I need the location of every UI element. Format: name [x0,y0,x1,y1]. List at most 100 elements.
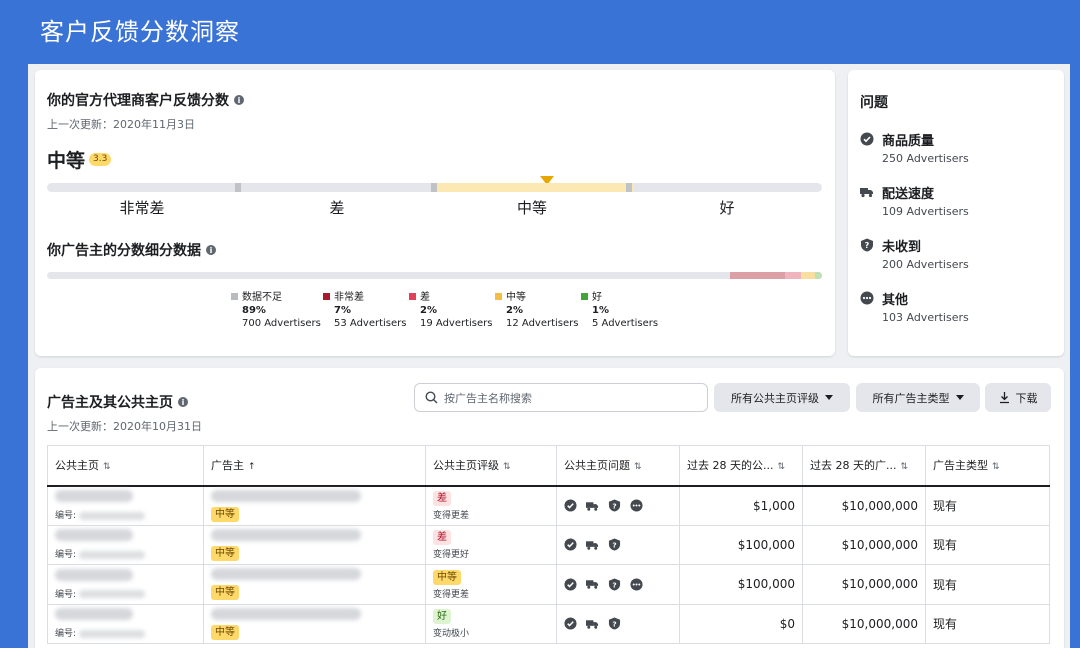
advertiser-cell[interactable]: 中等 [203,603,426,644]
legend-swatch [323,293,330,300]
info-icon[interactable]: i [206,245,216,255]
score-rating: 中等 [47,150,86,172]
advertiser-cell[interactable]: 中等 [203,564,426,605]
advertiser-name-redacted [211,607,361,620]
chevron-down-icon [955,395,964,400]
legend-pct: 2% [420,305,437,316]
scale-divider [431,183,437,192]
legend-swatch [581,293,588,300]
page-rating-filter[interactable]: 所有公共主页评级 [714,383,850,412]
page-cell[interactable]: 编号: [47,564,204,605]
question-shield-icon: ? [608,578,621,591]
table-row[interactable]: 编号: 中等 中等 变得更差? $100,000 $10,000,000 现有 [47,564,1050,605]
issue-title: 未收到 [882,240,922,255]
page-rating-cell: 好变动极小 [425,603,557,644]
sort-icon: ⇅ [503,462,511,473]
advertiser-name-redacted [211,489,361,502]
page-id-redacted [78,550,145,559]
scale-label-medium: 中等 [516,199,547,217]
svg-text:?: ? [612,501,616,510]
column-header-page-issues[interactable]: 公共主页问题 ⇅ [556,445,680,487]
legend-count: 12 Advertisers [506,318,579,329]
page-cell[interactable]: 编号: [47,485,204,526]
column-header-spend-28d-ads[interactable]: 过去 28 天的广... ⇅ [802,445,926,487]
more-circle-icon [860,291,874,305]
page-id-redacted [78,629,145,638]
breakdown-title: 你广告主的分数细分数据 [47,243,201,259]
page-name-redacted [55,490,133,502]
issue-item: ? 未收到 200 Advertisers [860,236,1052,271]
question-shield-icon: ? [608,538,621,551]
breakdown-seg-poor [785,272,801,279]
advertiser-type-filter[interactable]: 所有广告主类型 [856,383,980,412]
search-input[interactable]: 按广告主名称搜索 [414,383,708,412]
check-circle-icon [564,617,577,630]
score-last-updated: 上一次更新：2020年11月3日 [47,118,195,131]
spend-28d-ads-cell: $10,000,000 [802,524,926,565]
legend-count: 19 Advertisers [420,318,493,329]
advertisers-table: 公共主页 ⇅ 广告主 ↑ 公共主页评级 ⇅ 公共主页问题 ⇅ 过去 28 天的公... ⇅… [47,445,1050,644]
info-icon[interactable]: i [178,397,188,407]
advertisers-card: 广告主及其公共主页 i 上一次更新：2020年10月31日 按广告主名称搜索 所有… [35,368,1064,648]
issue-title: 其他 [882,293,909,308]
chevron-down-icon [825,395,833,400]
column-header-advertiser-type[interactable]: 广告主类型 ⇅ [925,445,1050,487]
scale-label-poor: 差 [329,199,345,217]
issue-item: 其他 103 Advertisers [860,289,1052,324]
question-shield-icon: ? [608,499,621,512]
download-icon [999,392,1009,404]
search-placeholder: 按广告主名称搜索 [444,391,532,405]
issue-item: 配送速度 109 Advertisers [860,183,1052,218]
issue-title: 商品质量 [882,134,935,149]
page-title: 客户反馈分数洞察 [40,18,240,46]
svg-text:?: ? [612,580,616,589]
table-header-row: 公共主页 ⇅ 广告主 ↑ 公共主页评级 ⇅ 公共主页问题 ⇅ 过去 28 天的公... ⇅… [47,445,1050,487]
table-title: 广告主及其公共主页 [47,395,173,411]
legend-count: 5 Advertisers [592,318,659,329]
scale-label-very-poor: 非常差 [119,199,165,217]
page-cell[interactable]: 编号: [47,603,204,644]
advertiser-rating-badge: 中等 [211,506,239,522]
page-name-redacted [55,529,133,542]
column-header-spend-28d-page[interactable]: 过去 28 天的公... ⇅ [679,445,803,487]
column-header-page-rating[interactable]: 公共主页评级 ⇅ [425,445,557,487]
check-circle-icon [860,132,874,146]
page-name-redacted [55,568,133,581]
info-icon[interactable]: i [234,95,244,105]
table-row[interactable]: 编号: 中等 好变动极小? $0 $10,000,000 现有 [47,603,1050,644]
page-id-redacted [78,590,145,599]
table-last-updated: 上一次更新：2020年10月31日 [47,420,202,433]
legend-pct: 2% [506,305,523,316]
column-header-advertiser[interactable]: 广告主 ↑ [203,445,426,487]
question-shield-icon: ? [860,238,874,252]
table-row[interactable]: 编号: 中等 差变得更差? $1,000 $10,000,000 现有 [47,485,1050,526]
column-header-page[interactable]: 公共主页 ⇅ [47,445,204,487]
advertiser-name-redacted [211,568,361,581]
page-rating-cell: 差变得更好 [425,524,557,565]
page-cell[interactable]: 编号: [47,524,204,565]
download-button[interactable]: 下载 [985,383,1051,412]
svg-text:?: ? [865,241,870,250]
page-rating-trend: 变动极小 [433,629,470,640]
advertiser-cell[interactable]: 中等 [203,485,426,526]
legend-label: 数据不足 [242,292,282,303]
legend-count: 700 Advertisers [242,318,321,329]
download-label: 下载 [1015,391,1038,405]
truck-icon [586,578,599,591]
spend-28d-page-cell: $100,000 [679,564,803,605]
page-rating-badge: 差 [433,530,451,546]
issue-count: 109 Advertisers [882,205,969,218]
page-id-label: 编号: [55,550,77,561]
more-circle-icon [630,578,643,591]
issue-title: 配送速度 [882,187,935,202]
page-rating-cell: 中等 变得更差 [425,564,557,605]
spend-28d-page-cell: $0 [679,603,803,644]
spend-28d-ads-cell: $10,000,000 [802,564,926,605]
advertiser-cell[interactable]: 中等 [203,524,426,565]
legend-item: 数据不足 89% 700 Advertisers [231,291,321,330]
table-row[interactable]: 编号: 中等 差变得更好? $100,000 $10,000,000 现有 [47,524,1050,565]
legend-label: 差 [420,292,430,303]
svg-text:?: ? [612,620,616,629]
spend-28d-page-cell: $100,000 [679,524,803,565]
page-issues-cell: ? [556,564,680,605]
